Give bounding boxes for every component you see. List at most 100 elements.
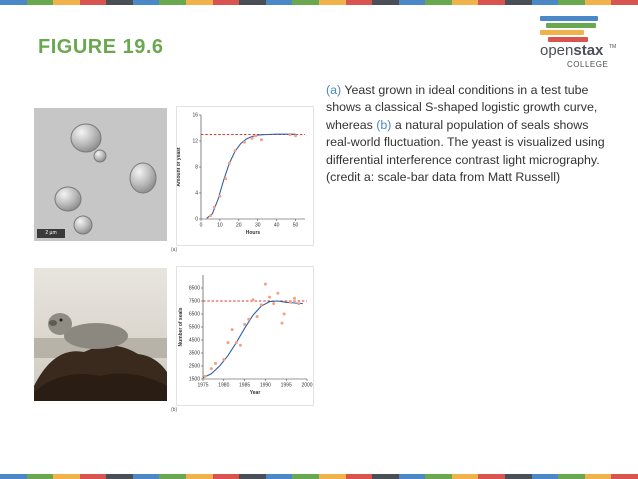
x-tick-label: 20: [236, 223, 242, 229]
x-tick-label: 1995: [281, 383, 292, 389]
logo-trademark: TM: [609, 44, 617, 50]
stripe-segment: [0, 474, 27, 479]
stripe-segment: [79, 474, 107, 479]
stripe-segment: [504, 0, 532, 5]
panel-letter-b: (b): [171, 407, 178, 413]
panel-letter-a: (a): [171, 247, 178, 253]
stripe-segment: [212, 0, 240, 5]
stripe-segment: [53, 474, 80, 479]
stripe-segment: [478, 0, 505, 5]
stripe-segment: [372, 474, 399, 479]
data-point: [247, 317, 251, 321]
x-tick-label: 10: [217, 223, 223, 229]
stripe-segment: [186, 474, 213, 479]
stripe-segment: [212, 474, 240, 479]
stripe-segment: [531, 0, 559, 5]
stripe-segment: [159, 474, 187, 479]
y-tick-label: 5500: [189, 325, 200, 331]
stripe-segment: [292, 474, 319, 479]
y-tick-label: 12: [192, 139, 198, 145]
x-tick-label: 0: [200, 223, 203, 229]
bottom-color-stripe: [0, 474, 638, 479]
chart-panel-yeast: 0 10 20 30 40 50 0 4 8 12 16 Hours Amount of yeast (…: [171, 106, 314, 253]
chart-panel-seals: 1975 1980 1985 1990 1995 2000 1500 2500 3500 4500…: [171, 266, 314, 413]
data-point: [293, 296, 297, 300]
logo-wordmark: openstax: [540, 42, 603, 59]
stripe-segment: [425, 0, 452, 5]
data-point: [226, 341, 230, 345]
logistic-curve: [206, 133, 296, 219]
data-point: [212, 205, 216, 209]
figure-caption: (a) Yeast grown in ideal conditions in a…: [326, 82, 606, 186]
stripe-segment: [0, 0, 27, 5]
stripe-segment: [239, 474, 266, 479]
stripe-segment: [345, 0, 373, 5]
data-point: [213, 361, 217, 365]
logo-word-open: open: [540, 42, 574, 59]
y-tick-label: 4500: [189, 338, 200, 344]
seal-photo: [34, 268, 167, 401]
stripe-segment: [265, 0, 293, 5]
x-axis-label: Year: [250, 390, 261, 396]
stripe-segment: [26, 474, 54, 479]
stripe-segment: [398, 0, 426, 5]
x-tick-label: 2000: [301, 383, 312, 389]
y-tick-label: 6500: [189, 312, 200, 318]
data-point: [254, 134, 258, 138]
stripe-segment: [106, 0, 133, 5]
stripe-segment: [265, 474, 293, 479]
y-tick-label: 8500: [189, 286, 200, 292]
seal-population-chart: 1975 1980 1985 1990 1995 2000 1500 2500 3500 4500…: [178, 275, 313, 396]
data-point: [209, 367, 213, 371]
logo-bar-3: [540, 30, 584, 35]
data-point: [260, 138, 264, 142]
stripe-segment: [318, 0, 346, 5]
stripe-segment: [53, 0, 80, 5]
data-point: [230, 328, 234, 332]
stripe-segment: [451, 474, 479, 479]
logo-bar-1: [540, 16, 598, 21]
data-point: [203, 374, 207, 378]
data-point: [272, 302, 276, 306]
data-point: [294, 134, 298, 138]
stripe-segment: [611, 0, 638, 5]
stripe-segment: [132, 474, 160, 479]
data-point: [280, 321, 284, 325]
stripe-segment: [584, 0, 612, 5]
y-axis-label: Number of seals: [178, 307, 184, 346]
data-point: [288, 300, 292, 304]
stripe-segment: [425, 474, 452, 479]
data-point: [255, 315, 259, 319]
stripe-segment: [186, 0, 213, 5]
stripe-segment: [584, 474, 612, 479]
yeast-growth-chart: 0 10 20 30 40 50 0 4 8 12 16 Hours Amount of yeast: [176, 113, 305, 236]
stripe-segment: [398, 474, 426, 479]
data-point: [276, 291, 280, 295]
data-point: [227, 161, 231, 165]
logo-word-stax: stax: [573, 42, 604, 59]
x-tick-label: 1975: [197, 383, 208, 389]
top-color-stripe: [0, 0, 638, 5]
data-point: [224, 177, 228, 181]
caption-label-a: (a): [326, 83, 342, 97]
y-tick-label: 7500: [189, 299, 200, 305]
slide-title: FIGURE 19.6: [38, 36, 164, 58]
x-tick-label: 50: [293, 223, 299, 229]
stripe-segment: [451, 0, 479, 5]
stripe-segment: [132, 0, 160, 5]
data-point: [234, 341, 238, 345]
yeast-micrograph: 2 µm: [34, 108, 167, 241]
y-tick-label: 1500: [189, 377, 200, 383]
y-tick-label: 16: [192, 113, 198, 119]
x-tick-label: 1980: [218, 383, 229, 389]
stripe-segment: [531, 474, 559, 479]
stripe-segment: [611, 474, 638, 479]
stripe-segment: [558, 0, 585, 5]
data-point: [250, 136, 254, 140]
stripe-segment: [345, 474, 373, 479]
y-tick-label: 8: [195, 165, 198, 171]
data-point: [238, 343, 242, 347]
x-tick-label: 30: [255, 223, 261, 229]
y-axis-label: Amount of yeast: [177, 147, 182, 187]
stripe-segment: [558, 474, 585, 479]
